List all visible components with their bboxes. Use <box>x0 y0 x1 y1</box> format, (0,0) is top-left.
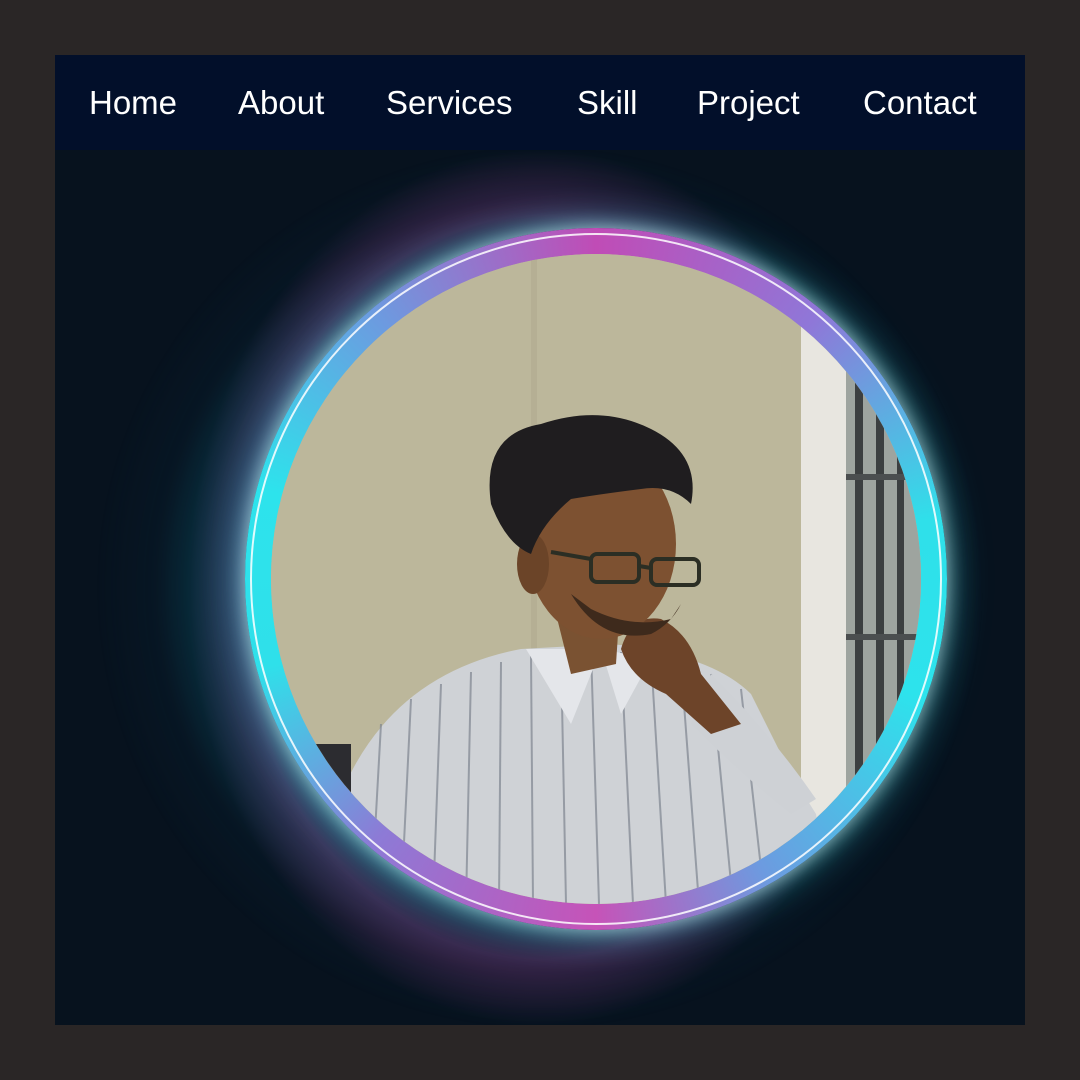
nav-link-home[interactable]: Home <box>89 55 177 150</box>
nav-link-project[interactable]: Project <box>697 55 800 150</box>
nav-link-about[interactable]: About <box>238 55 324 150</box>
page-frame: Home About Services Skill Project Contac… <box>55 55 1025 1025</box>
hero-section <box>55 150 1025 1025</box>
nav-link-services[interactable]: Services <box>386 55 513 150</box>
profile-photo <box>271 254 921 904</box>
navbar: Home About Services Skill Project Contac… <box>55 55 1025 150</box>
nav-link-skill[interactable]: Skill <box>577 55 638 150</box>
nav-link-contact[interactable]: Contact <box>863 55 977 150</box>
